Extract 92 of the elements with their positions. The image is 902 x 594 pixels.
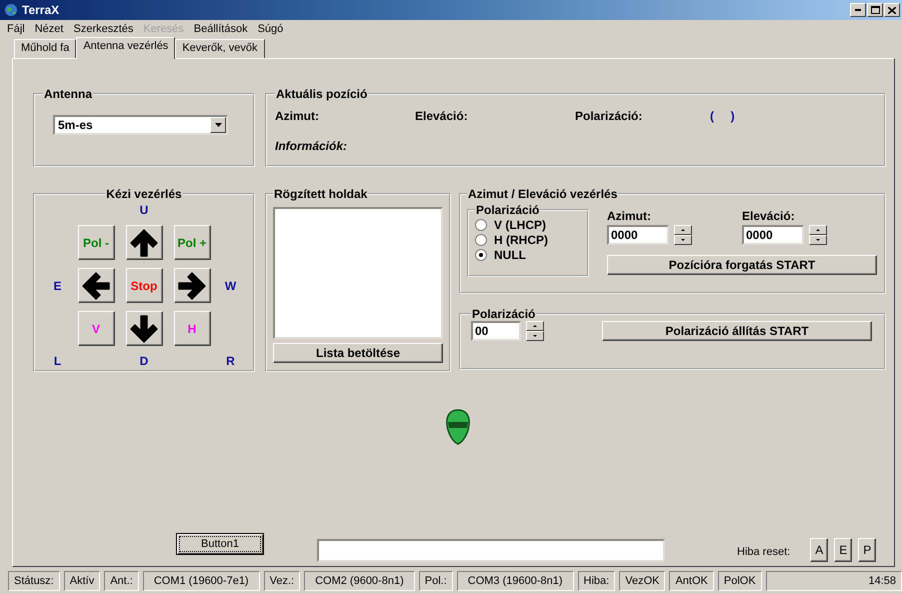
close-button[interactable] <box>884 3 900 17</box>
status-panel: Vez.: <box>264 571 300 591</box>
group-title: Antenna <box>43 87 93 101</box>
polarization-value: ( ) <box>710 109 736 123</box>
arrow-button[interactable] <box>174 268 210 303</box>
radio-label[interactable]: NULL <box>494 248 526 262</box>
radio-button[interactable] <box>475 218 487 230</box>
radio-button[interactable] <box>475 248 487 260</box>
radio-label[interactable]: V (LHCP) <box>494 218 546 232</box>
menu-item[interactable]: Fájl <box>2 23 30 35</box>
reset-button[interactable]: A <box>810 538 828 562</box>
maximize-icon <box>870 6 880 14</box>
elevation-field[interactable]: 0000 <box>742 225 804 245</box>
button[interactable]: Button1 <box>176 533 264 555</box>
minimize-button[interactable] <box>850 3 866 17</box>
direction-label: U <box>140 203 148 217</box>
antenna-dropdown[interactable]: 5m-es <box>53 115 228 135</box>
window-title: TerraX <box>22 3 60 17</box>
arrow-icon <box>81 270 111 300</box>
arrow-button[interactable] <box>126 225 162 260</box>
status-panel: 14:58 <box>766 571 902 591</box>
status-panel: Ant.: <box>104 571 139 591</box>
spin-down-button[interactable] <box>809 235 827 245</box>
load-list-button[interactable]: Lista betöltése <box>273 343 443 363</box>
up-arrow-icon <box>533 325 537 327</box>
direction-label: R <box>226 354 235 368</box>
globe-icon <box>4 3 18 17</box>
up-arrow-icon <box>681 229 685 231</box>
polarization-label: Polarizáció: <box>575 109 644 123</box>
direction-label: E <box>53 278 62 292</box>
caret-icon <box>214 123 222 127</box>
polarization-start-button[interactable]: Polarizáció állítás START <box>602 321 872 341</box>
tab[interactable]: Műhold fa <box>14 39 76 58</box>
spin-up-button[interactable] <box>809 225 827 235</box>
status-panel: PolOK <box>718 571 762 591</box>
status-panel: COM2 (9600-8n1) <box>304 571 415 591</box>
group-title: Aktuális pozíció <box>275 87 368 101</box>
rotate-start-button[interactable]: Pozícióra forgatás START <box>607 255 877 275</box>
azimuth-label: Azimut: <box>607 209 652 223</box>
group-title: Rögzített holdak <box>273 187 368 201</box>
tab[interactable]: Antenna vezérlés <box>76 37 176 59</box>
menu-item[interactable]: Nézet <box>30 23 68 35</box>
group-title: Polarizáció <box>475 203 540 217</box>
head-icon <box>444 409 470 445</box>
close-icon <box>888 6 896 14</box>
down-arrow-icon <box>533 335 537 337</box>
reset-button[interactable]: E <box>834 538 852 562</box>
status-panel: COM3 (19600-8n1) <box>456 571 574 591</box>
azimuth-label: Azimut: <box>275 109 320 123</box>
spin-down-button[interactable] <box>526 331 544 341</box>
spin-down-button[interactable] <box>674 235 692 245</box>
spin-up-button[interactable] <box>674 225 692 235</box>
arrow-icon <box>177 270 207 300</box>
up-arrow-icon <box>816 229 820 231</box>
status-panel: VezOK <box>619 571 666 591</box>
menu-item[interactable]: Szerkesztés <box>68 23 138 35</box>
radio-label[interactable]: H (RHCP) <box>494 232 548 246</box>
direction-label: L <box>54 354 62 368</box>
arrow-button[interactable] <box>126 311 162 346</box>
maximize-button[interactable] <box>867 3 883 17</box>
reset-button[interactable]: P <box>858 538 876 562</box>
status-panel: AntOK <box>669 571 714 591</box>
radio-button[interactable] <box>475 234 487 246</box>
arrow-button[interactable] <box>78 268 114 303</box>
menu-item[interactable]: Beállítások <box>188 23 253 35</box>
arrow-icon <box>129 228 159 258</box>
elevation-label: Eleváció: <box>415 109 469 123</box>
status-panel: Státusz: <box>8 571 60 591</box>
tab[interactable]: Keverők, vevők <box>175 39 265 58</box>
status-panel: Hiba: <box>578 571 616 591</box>
down-arrow-icon <box>816 239 820 241</box>
polarization-field[interactable]: 00 <box>471 321 521 341</box>
menu-item[interactable]: Súgó <box>252 23 288 35</box>
elevation-label: Eleváció: <box>742 209 796 223</box>
status-panel: COM1 (19600-7e1) <box>142 571 260 591</box>
reset-label: Hiba reset: <box>737 546 790 558</box>
spin-up-button[interactable] <box>526 321 544 331</box>
down-arrow-icon <box>681 239 685 241</box>
minimize-icon <box>855 9 861 11</box>
status-panel: Pol.: <box>418 571 453 591</box>
info-label: Információk: <box>275 139 348 153</box>
azimuth-field[interactable]: 0000 <box>607 225 669 245</box>
group-title: Polarizáció <box>471 307 536 321</box>
satellite-list[interactable] <box>273 207 443 339</box>
direction-label: D <box>140 354 148 368</box>
group-title: Azimut / Eleváció vezérlés <box>467 187 618 201</box>
direction-label: W <box>224 278 236 292</box>
text-field[interactable] <box>317 539 665 562</box>
group-title: Kézi vezérlés <box>105 187 183 201</box>
dropdown-button[interactable] <box>210 117 226 133</box>
arrow-icon <box>129 314 159 344</box>
status-panel: Aktív <box>64 571 100 591</box>
